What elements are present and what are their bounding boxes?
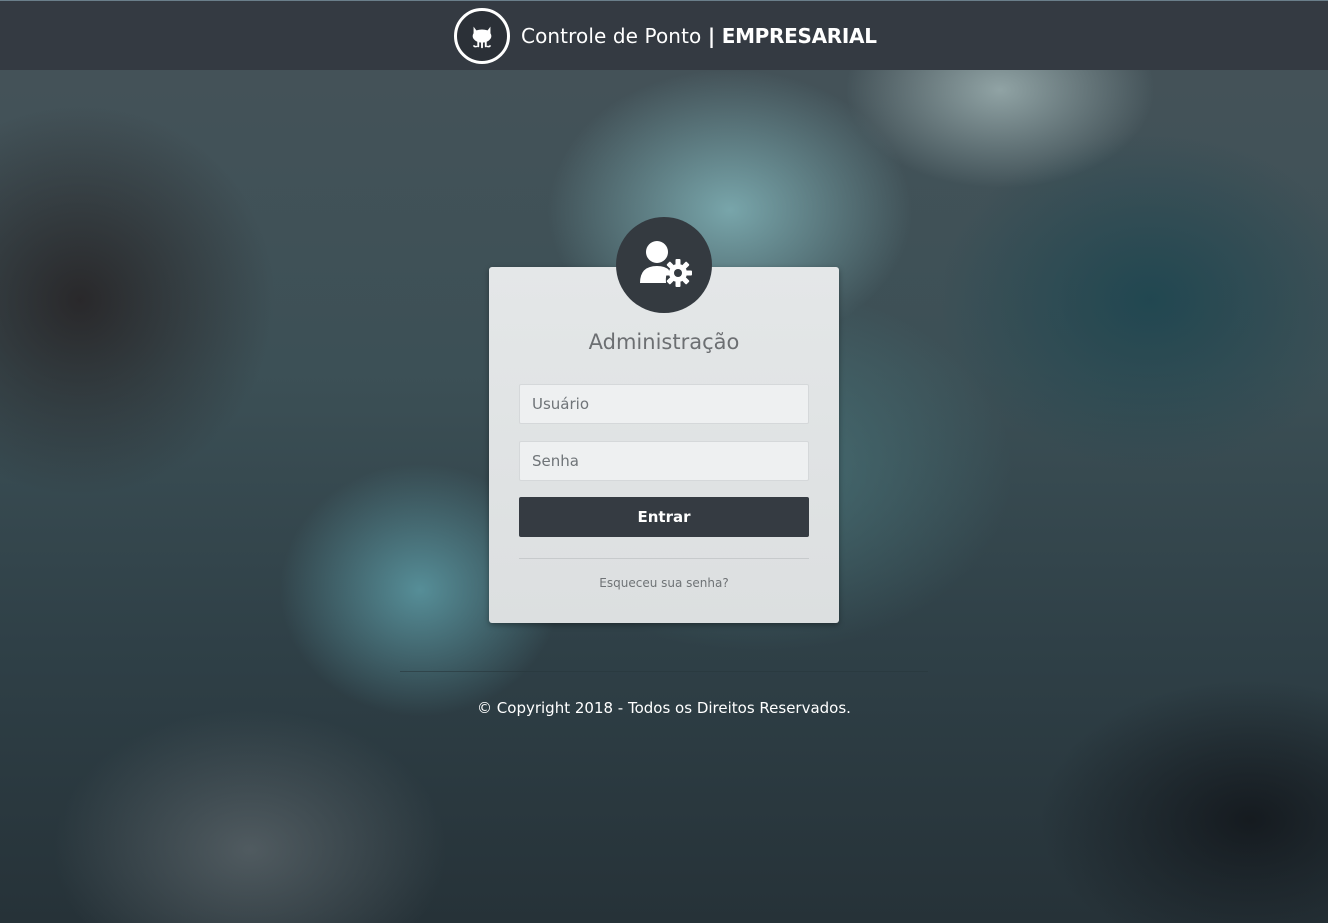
copyright-text: © Copyright 2018 - Todos os Direitos Res…	[477, 699, 851, 717]
password-input[interactable]	[519, 441, 809, 481]
octocat-icon	[454, 8, 510, 64]
app-title: Controle de Ponto | EMPRESARIAL	[521, 24, 877, 48]
brand[interactable]: Controle de Ponto | EMPRESARIAL	[454, 6, 877, 66]
username-input[interactable]	[519, 384, 809, 424]
top-header: Controle de Ponto | EMPRESARIAL	[0, 0, 1328, 70]
app-title-regular: Controle de Ponto	[521, 24, 702, 48]
card-divider	[519, 558, 809, 559]
app-title-separator: |	[707, 24, 716, 48]
user-gear-icon	[616, 217, 712, 313]
app-title-bold: EMPRESARIAL	[721, 24, 877, 48]
login-submit-button[interactable]: Entrar	[519, 497, 809, 537]
login-title: Administração	[588, 330, 740, 354]
footer-divider	[400, 671, 928, 672]
forgot-password-link[interactable]: Esqueceu sua senha?	[489, 576, 839, 590]
